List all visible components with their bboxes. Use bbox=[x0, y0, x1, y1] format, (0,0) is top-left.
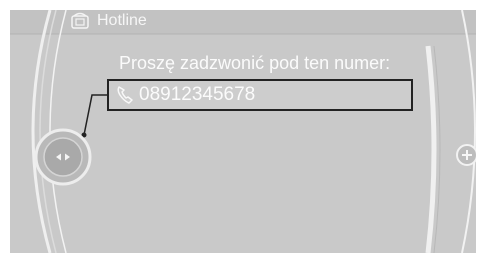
prompt-text: Proszę zadzwonić pod ten numer: bbox=[119, 53, 391, 73]
phone-number: 08912345678 bbox=[139, 84, 256, 105]
plus-icon[interactable] bbox=[455, 143, 476, 167]
header-title: Hotline bbox=[97, 12, 147, 29]
screen: Hotline Proszę zadzwonić pod ten numer: … bbox=[10, 10, 476, 253]
phone-handset-icon bbox=[117, 86, 133, 104]
phone-number-row[interactable]: 08912345678 bbox=[107, 79, 413, 111]
hotline-icon bbox=[71, 12, 89, 29]
controller-knob-icon[interactable] bbox=[34, 128, 92, 186]
